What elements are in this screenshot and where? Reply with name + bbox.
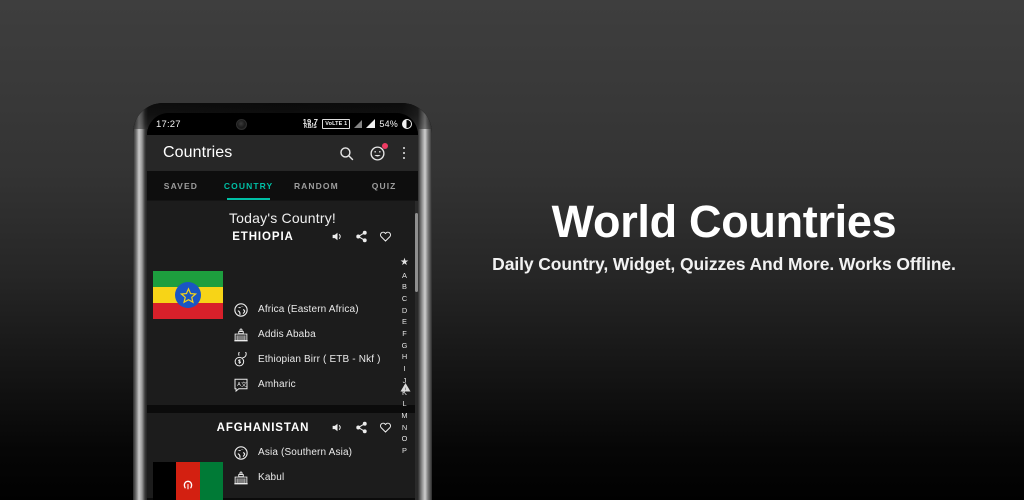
alpha-index-letter-e[interactable]: E (398, 316, 411, 327)
flag-band-green (199, 462, 223, 500)
fact-text: Amharic (258, 379, 296, 390)
country-name: ETHIOPIA (232, 230, 294, 243)
overflow-dot (402, 151, 406, 155)
phone-mockup: 17:27 19.7 KB/S VoLTE 1 54% Countries SA… (133, 103, 432, 500)
ethiopia-flag (153, 271, 223, 319)
fact-capital: Kabul (233, 465, 418, 490)
heart-icon[interactable] (379, 421, 392, 434)
signal-strength-icon-sim1 (354, 119, 363, 128)
card-actions (331, 230, 392, 243)
flag-band-black (153, 462, 177, 500)
alpha-index-letter-o[interactable]: O (398, 433, 411, 444)
globe-icon (234, 302, 248, 317)
speaker-icon[interactable] (331, 230, 344, 243)
fact-text: Ethiopian Birr ( ETB - Nkf ) (258, 354, 381, 365)
tab-label: QUIZ (371, 180, 397, 191)
fact-language: A 文 Amharic (233, 372, 418, 397)
alpha-index-letter-b[interactable]: B (398, 281, 411, 292)
alpha-index-letter-k[interactable]: K (398, 387, 411, 398)
scrollbar-thumb[interactable] (415, 213, 418, 292)
alpha-index-letter-l[interactable]: L (398, 398, 411, 409)
alpha-index-letter-d[interactable]: D (398, 305, 411, 316)
fact-capital: Addis Ababa (233, 322, 418, 347)
notification-badge-dot (382, 142, 388, 149)
alpha-index-letter-h[interactable]: H (398, 351, 411, 362)
share-icon[interactable] (355, 230, 368, 243)
card-body: Africa (Eastern Africa) Addis Ababa Ethi… (147, 249, 418, 397)
battery-percentage: 54% (379, 118, 398, 129)
tab-random[interactable]: RANDOM (283, 171, 351, 200)
country-list[interactable]: Today's Country! ETHIOPIA Africa (Easter… (147, 201, 418, 500)
tab-label: COUNTRY (223, 180, 274, 191)
fact-region: Africa (Eastern Africa) (233, 297, 418, 322)
alpha-index-letter-m[interactable]: M (398, 410, 411, 421)
alpha-index-letter-p[interactable]: P (398, 445, 411, 456)
alpha-index-star[interactable]: ★ (398, 257, 411, 269)
tab-saved[interactable]: SAVED (147, 171, 215, 200)
afghanistan-flag (153, 462, 223, 500)
network-speed-unit: KB/S (303, 124, 317, 131)
capital-building-icon (234, 470, 248, 484)
tab-bar: SAVED COUNTRY RANDOM QUIZ (147, 171, 418, 201)
translate-icon: A 文 (234, 378, 248, 392)
promo-subtitle: Daily Country, Widget, Quizzes And More.… (492, 254, 956, 275)
tab-label: RANDOM (293, 180, 339, 191)
tab-country[interactable]: COUNTRY (215, 171, 283, 200)
globe-icon (234, 445, 248, 460)
alpha-index-letter-a[interactable]: A (398, 270, 411, 281)
signal-strength-icon-sim2 (366, 119, 376, 129)
battery-icon (401, 118, 412, 129)
alphabet-index[interactable]: ★ A B C D E F G H I J K L M N O P (398, 257, 411, 500)
alpha-index-letter-i[interactable]: I (398, 363, 411, 374)
todays-country-label: Today's Country! (228, 210, 337, 226)
tab-label: SAVED (163, 180, 198, 191)
overflow-dot (402, 156, 406, 160)
card-header: ETHIOPIA (147, 230, 418, 243)
fact-text: Kabul (258, 472, 285, 483)
fact-text: Africa (Eastern Africa) (258, 304, 359, 315)
card-header: AFGHANISTAN (147, 421, 418, 434)
fact-currency: Ethiopian Birr ( ETB - Nkf ) (233, 347, 418, 372)
overflow-dot (402, 146, 406, 150)
country-card-ethiopia[interactable]: Today's Country! ETHIOPIA Africa (Easter… (147, 201, 418, 405)
overflow-menu-icon[interactable] (400, 145, 408, 162)
volte-badge: VoLTE 1 (322, 118, 351, 129)
alpha-index-letter-j[interactable]: J (398, 375, 411, 386)
heart-icon[interactable] (379, 230, 392, 243)
alpha-index-letter-g[interactable]: G (398, 340, 411, 351)
tab-quiz[interactable]: QUIZ (350, 171, 418, 200)
status-bar-icons: 19.7 KB/S VoLTE 1 54% (303, 118, 412, 130)
svg-text:文: 文 (241, 380, 247, 388)
status-clock: 17:27 (156, 118, 181, 130)
card-actions (331, 421, 392, 434)
page-title: Countries (163, 144, 233, 161)
promo-block: World Countries Daily Country, Widget, Q… (432, 198, 1024, 275)
front-camera-punch-hole (236, 118, 248, 130)
country-card-afghanistan[interactable]: AFGHANISTAN Asia (Southern Asia) Kabul (147, 413, 418, 500)
fact-text: Asia (Southern Asia) (258, 447, 353, 458)
promo-title: World Countries (551, 196, 897, 247)
search-icon[interactable] (338, 145, 355, 162)
speaker-icon[interactable] (331, 421, 344, 434)
card-separator (147, 405, 418, 413)
app-bar: Countries (147, 135, 418, 171)
country-name: AFGHANISTAN (216, 421, 310, 434)
app-bar-actions (338, 142, 408, 162)
flag-band-red (176, 462, 200, 500)
phone-screen: 17:27 19.7 KB/S VoLTE 1 54% Countries SA… (147, 113, 418, 500)
alpha-index-letter-f[interactable]: F (398, 328, 411, 339)
network-speed-indicator: 19.7 KB/S (303, 118, 319, 130)
emoji-icon[interactable] (369, 142, 388, 162)
share-icon[interactable] (355, 421, 368, 434)
fact-region: Asia (Southern Asia) (233, 440, 418, 465)
alpha-index-letter-c[interactable]: C (398, 293, 411, 304)
capital-building-icon (234, 327, 248, 341)
currency-money-icon (234, 351, 247, 366)
card-body: Asia (Southern Asia) Kabul (147, 440, 418, 500)
status-bar: 17:27 19.7 KB/S VoLTE 1 54% (147, 113, 418, 135)
afghanistan-emblem-icon (183, 480, 193, 490)
fact-text: Addis Ababa (258, 329, 316, 340)
alpha-index-letter-n[interactable]: N (398, 422, 411, 433)
